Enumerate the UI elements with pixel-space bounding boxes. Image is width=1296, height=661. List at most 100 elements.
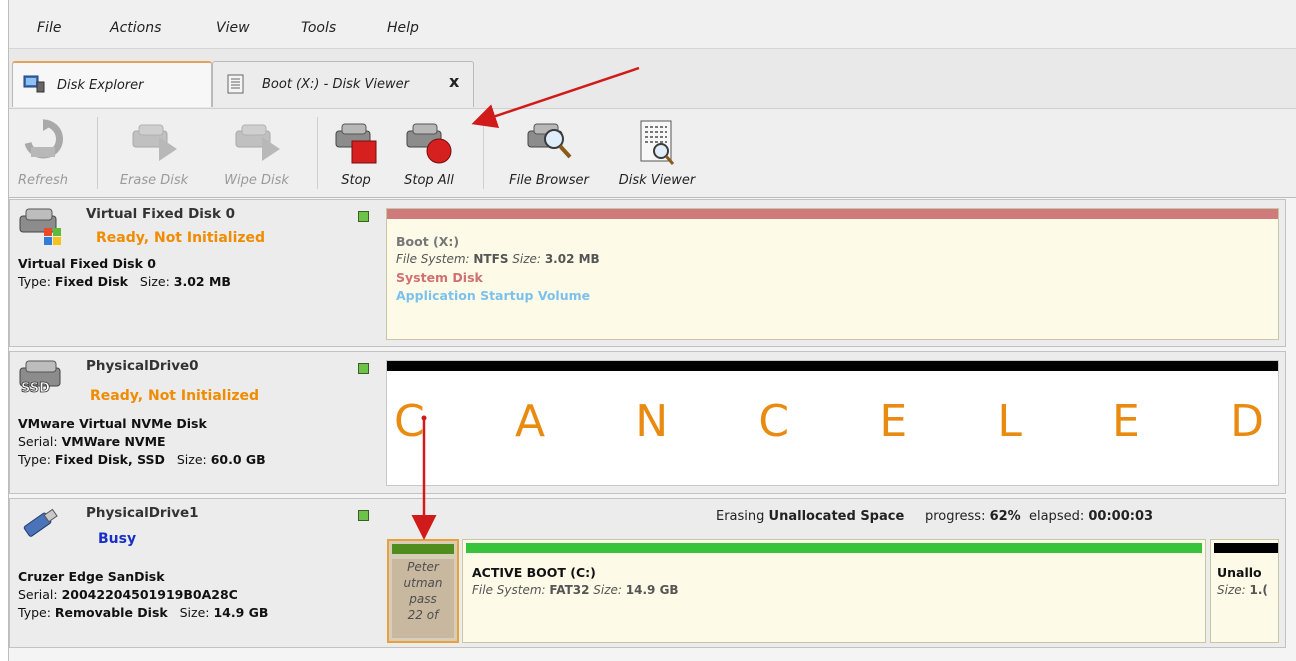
serial-label: Serial: — [18, 434, 58, 449]
disk-status: Ready, Not Initialized — [90, 388, 260, 404]
disk-model: Virtual Fixed Disk 0 — [18, 256, 156, 271]
type-value: Removable Disk — [54, 605, 168, 620]
fs-label: File System: — [396, 252, 470, 266]
tab-bar: Disk Explorer Boot (X:) - Disk Viewer x — [9, 48, 1296, 108]
stop-icon — [332, 119, 380, 169]
erasing-partition[interactable]: Peter utman pass 22 of — [387, 539, 459, 643]
menu-help[interactable]: Help — [387, 20, 419, 36]
volume-size-label: Size: — [512, 252, 541, 266]
disk-title: PhysicalDrive0 — [86, 358, 199, 374]
disk-serial: Serial: 20042204501919B0A28C — [18, 587, 238, 602]
erase-progress-status: Erasing Unallocated Space progress: 62% … — [716, 509, 1153, 524]
ssd-icon: SSD — [18, 358, 66, 398]
disk-type-size: Type: Fixed Disk, SSD Size: 60.0 GB — [18, 452, 266, 467]
disk-type-size: Type: Removable Disk Size: 14.9 GB — [18, 605, 268, 620]
progress-target: Unallocated Space — [768, 509, 905, 524]
menu-tools[interactable]: Tools — [301, 20, 336, 36]
disk-viewer-tab-icon — [227, 74, 245, 98]
disk-viewer-icon — [635, 119, 679, 171]
tab-disk-viewer[interactable]: Boot (X:) - Disk Viewer x — [212, 61, 474, 107]
canceled-letter: E — [1112, 396, 1140, 447]
canceled-letter: N — [635, 396, 669, 447]
disk-row[interactable]: PhysicalDrive1 Busy Cruzer Edge SanDisk … — [9, 498, 1286, 648]
erasing-partition-labels: Peter utman pass 22 of — [392, 559, 454, 638]
type-label: Type: — [18, 452, 51, 467]
progress-label: progress: — [924, 509, 986, 524]
volume-name: Boot (X:) — [396, 234, 460, 249]
size-value: 60.0 GB — [210, 452, 266, 467]
unallocated-block[interactable]: Unallo Size: 1.( — [1210, 539, 1279, 643]
disk-type-size: Type: Fixed Disk Size: 3.02 MB — [18, 274, 231, 289]
status-indicator-icon — [358, 363, 369, 374]
system-disk-label: System Disk — [396, 270, 483, 285]
stop-all-button[interactable]: Stop All — [393, 115, 465, 193]
stop-all-icon — [403, 119, 455, 169]
stop-button[interactable]: Stop — [325, 115, 387, 193]
toolbar-separator — [97, 117, 98, 189]
serial-label: Serial: — [18, 587, 58, 602]
virtual-disk-icon — [18, 206, 64, 250]
fs-value: NTFS — [473, 252, 509, 266]
wipe-disk-label: Wipe Disk — [224, 173, 289, 188]
menu-file[interactable]: File — [37, 20, 61, 36]
menu-view[interactable]: View — [216, 20, 250, 36]
serial-value: VMWare NVME — [61, 434, 166, 449]
stop-label: Stop — [341, 173, 371, 188]
volume-size-value: 14.9 GB — [625, 583, 679, 597]
elapsed-label: elapsed: — [1028, 509, 1085, 524]
disk-info-panel: Virtual Fixed Disk 0 Ready, Not Initiali… — [10, 200, 382, 346]
file-browser-label: File Browser — [509, 173, 589, 188]
partition-label-line: utman — [403, 576, 443, 590]
refresh-icon — [23, 119, 63, 167]
progress-prefix: Erasing — [716, 509, 765, 524]
disk-viewer-button[interactable]: Disk Viewer — [611, 115, 703, 193]
unallocated-bar — [1214, 543, 1278, 553]
type-label: Type: — [18, 605, 51, 620]
file-browser-button[interactable]: File Browser — [499, 115, 599, 193]
disk-info-panel: PhysicalDrive1 Busy Cruzer Edge SanDisk … — [10, 499, 382, 647]
size-value: 14.9 GB — [213, 605, 269, 620]
size-label: Size: — [176, 452, 207, 467]
volume-filesystem: File System: FAT32 Size: 14.9 GB — [472, 583, 679, 597]
disk-info-panel: SSD PhysicalDrive0 Ready, Not Initialize… — [10, 352, 382, 493]
disk-model: Cruzer Edge SanDisk — [18, 569, 165, 584]
partition-label-line: Peter — [407, 560, 439, 574]
disk-row[interactable]: Virtual Fixed Disk 0 Ready, Not Initiali… — [9, 199, 1286, 347]
tab-disk-explorer[interactable]: Disk Explorer — [12, 61, 212, 107]
wipe-disk-icon — [232, 119, 282, 167]
unallocated-size-value: 1.( — [1249, 583, 1268, 597]
erase-progress-bar — [392, 544, 454, 554]
fs-label: File System: — [472, 583, 546, 597]
toolbar: Refresh Erase Disk Wipe Disk Stop Stop A… — [9, 108, 1296, 198]
app-window: File Actions View Tools Help Disk Explor… — [8, 0, 1296, 661]
volume-filesystem: File System: NTFS Size: 3.02 MB — [396, 252, 600, 266]
close-icon[interactable]: x — [449, 72, 459, 91]
disk-row[interactable]: SSD PhysicalDrive0 Ready, Not Initialize… — [9, 351, 1286, 494]
tab-disk-explorer-label: Disk Explorer — [57, 78, 144, 93]
app-startup-label: Application Startup Volume — [396, 288, 591, 303]
type-value: Fixed Disk — [54, 274, 128, 289]
toolbar-separator — [317, 117, 318, 189]
svg-text:SSD: SSD — [21, 381, 50, 394]
menu-actions[interactable]: Actions — [110, 20, 161, 36]
partition-label-line: pass — [409, 592, 437, 606]
erase-disk-button[interactable]: Erase Disk — [109, 115, 199, 193]
unallocated-size: Size: 1.( — [1217, 583, 1268, 597]
volume-size-value: 3.02 MB — [544, 252, 600, 266]
volume-block[interactable]: Boot (X:) File System: NTFS Size: 3.02 M… — [386, 208, 1279, 340]
refresh-label: Refresh — [18, 173, 68, 188]
menu-bar: File Actions View Tools Help — [9, 0, 1296, 48]
disk-serial: Serial: VMWare NVME — [18, 434, 166, 449]
canceled-letter: L — [997, 396, 1022, 447]
volume-usage-bar — [387, 209, 1278, 219]
unallocated-size-label: Size: — [1217, 583, 1246, 597]
canceled-letter: C — [394, 396, 425, 447]
status-indicator-icon — [358, 510, 369, 521]
wipe-disk-button[interactable]: Wipe Disk — [209, 115, 304, 193]
refresh-button[interactable]: Refresh — [13, 115, 73, 193]
disk-viewer-label: Disk Viewer — [618, 173, 696, 188]
canceled-letter: A — [514, 396, 546, 447]
erase-disk-icon — [129, 119, 179, 167]
file-browser-icon — [524, 119, 574, 169]
volume-block[interactable]: ACTIVE BOOT (C:) File System: FAT32 Size… — [462, 539, 1206, 643]
